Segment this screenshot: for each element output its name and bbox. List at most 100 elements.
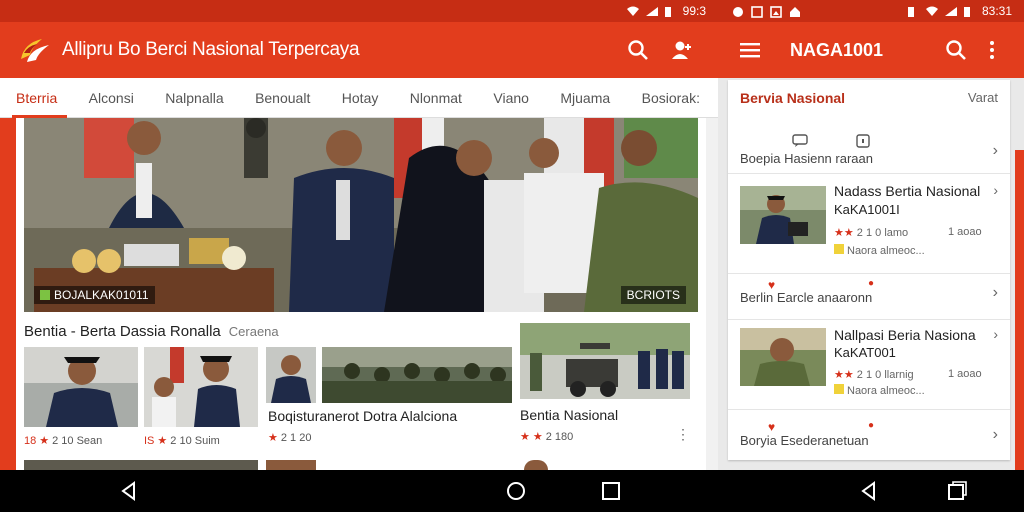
- news-meta-4: ★ ★ 2 180: [520, 430, 574, 444]
- star-icon: ★: [39, 435, 50, 447]
- news-thumb-4[interactable]: [322, 347, 512, 403]
- article-meta-text: 2 1 0 llarnig: [856, 369, 914, 381]
- badge-icon: [834, 384, 844, 394]
- tab-1[interactable]: Alconsi: [89, 78, 134, 118]
- tab-7[interactable]: Mjuama: [560, 78, 610, 118]
- list-item-category[interactable]: Boepia Hasienn raraan ›: [728, 124, 1010, 174]
- category-tabs: Bterria Alconsi Nalpnalla Benoualt Hotay…: [0, 78, 718, 118]
- list-item-label: Berlin Earcle anaaronn: [740, 290, 873, 305]
- search-button[interactable]: [938, 32, 974, 68]
- search-icon: [946, 40, 966, 60]
- news-thumb-5[interactable]: [520, 323, 690, 399]
- star-icon: ★: [268, 432, 278, 444]
- article-code: KaKAT001: [834, 345, 896, 360]
- news-thumb-6[interactable]: [24, 460, 258, 470]
- list-item-category[interactable]: ♥ ● Boryia Esederanetuan ›: [728, 410, 1010, 456]
- star-icon: ★: [157, 435, 168, 447]
- wifi-icon: [925, 6, 938, 16]
- news-photo: [144, 347, 258, 427]
- star-icon: ★: [520, 431, 530, 443]
- tab-0[interactable]: Bterria: [11, 78, 68, 118]
- article-meta: ★★ 2 1 0 llarnig: [834, 368, 914, 381]
- search-button[interactable]: [620, 32, 656, 68]
- home-app-icon: [789, 6, 801, 17]
- article-extra-text: Naora almeoc...: [847, 245, 925, 257]
- section-header: Bentia - Berta Dassia Ronalla Ceraena: [24, 323, 279, 340]
- app-bar-left: Allipru Bo Berci Nasional Terpercaya: [0, 22, 718, 78]
- view-all-link[interactable]: Varat: [968, 90, 998, 105]
- article-meta-text: 2 1 0 lamo: [856, 227, 909, 239]
- article-extra: Naora almeoc...: [834, 244, 925, 257]
- status-time: 99:3: [682, 4, 706, 18]
- card-title: Bervia Nasional: [740, 90, 846, 106]
- tab-2[interactable]: Nalpnalla: [165, 78, 223, 118]
- article-extra-text: Naora almeoc...: [847, 385, 925, 397]
- article-title: Nadass Bertia Nasional: [834, 183, 981, 199]
- article-thumb: [740, 328, 826, 386]
- article-meta: ★★ 2 1 0 lamo: [834, 226, 908, 239]
- overflow-menu-button[interactable]: [974, 32, 1010, 68]
- hero-illustration: [24, 118, 698, 312]
- news-thumb-3[interactable]: [266, 347, 316, 403]
- news-meta-3: ★ 2 1 20: [268, 431, 312, 445]
- list-item-category[interactable]: ♥ ● Berlin Earcle anaaronn ›: [728, 274, 1010, 320]
- add-user-icon: [672, 41, 691, 59]
- article-meta-secondary: 1 aoao: [948, 226, 982, 238]
- pin-icon: ●: [868, 278, 875, 289]
- news-meta-text: 2 1 20: [280, 431, 312, 444]
- news-meta-1: 18 ★ 2 10 Sean: [24, 434, 102, 448]
- hero-photo[interactable]: BOJALKAK01011 BCRIOTS: [24, 118, 698, 312]
- left-accent-strip: [0, 118, 16, 470]
- news-title-3[interactable]: Boqisturanerot Dotra Alalciona: [268, 408, 457, 424]
- right-accent-strip: [1015, 150, 1024, 470]
- more-options-button[interactable]: ⋮: [676, 426, 690, 443]
- app-title: Allipru Bo Berci Nasional Terpercaya: [62, 39, 360, 60]
- news-thumb-1[interactable]: [24, 347, 138, 427]
- news-thumb-2[interactable]: [144, 347, 258, 427]
- tab-5[interactable]: Nlonmat: [410, 78, 462, 118]
- national-news-card: Bervia Nasional Varat Boepia Hasienn rar…: [728, 80, 1010, 460]
- section-title: Bentia - Berta Dassia Ronalla: [24, 323, 221, 340]
- pin-icon: ●: [868, 420, 875, 431]
- gallery-icon: [770, 6, 782, 18]
- tab-8[interactable]: Bosiorak:: [642, 78, 700, 118]
- tab-6[interactable]: Viano: [493, 78, 529, 118]
- menu-button[interactable]: [732, 32, 768, 68]
- chevron-right-icon: ›: [992, 284, 998, 301]
- news-photo: [520, 323, 690, 399]
- news-title-4[interactable]: Bentia Nasional: [520, 407, 618, 423]
- news-thumb-7[interactable]: [266, 460, 316, 470]
- home-button[interactable]: [505, 480, 527, 502]
- article-code: KaKA1001I: [834, 202, 900, 217]
- status-bar-right: 83:31: [718, 0, 1024, 22]
- section-subtitle: Ceraena: [228, 324, 279, 339]
- tab-3[interactable]: Benoualt: [255, 78, 310, 118]
- hero-tag: BCRIOTS: [620, 286, 686, 304]
- account-button[interactable]: [664, 32, 700, 68]
- status-bar-left: 99:3: [0, 0, 718, 22]
- article-title: Nallpasi Beria Nasiona: [834, 327, 976, 343]
- news-meta-2: IS ★ 2 10 Suim: [144, 434, 220, 448]
- chevron-right-icon: ›: [993, 326, 998, 342]
- article-photo: [740, 186, 826, 244]
- image-icon: [751, 6, 763, 18]
- news-num: 18: [24, 434, 37, 447]
- news-meta-text: 2 10 Suim: [170, 434, 220, 447]
- article-meta-secondary: 1 aoao: [948, 368, 982, 380]
- hero-caption-text: BOJALKAK01011: [54, 288, 149, 302]
- news-thumb-8[interactable]: [524, 460, 548, 470]
- tab-4[interactable]: Hotay: [342, 78, 379, 118]
- recents-button[interactable]: [946, 480, 968, 502]
- notification-icon: [732, 6, 744, 17]
- news-photo: [322, 347, 512, 403]
- list-item-label: Boryia Esederanetuan: [740, 433, 869, 448]
- back-button[interactable]: [118, 480, 140, 502]
- list-item-article[interactable]: Nallpasi Beria Nasiona KaKAT001 › ★★ 2 1…: [728, 320, 1010, 410]
- wifi-icon: [626, 6, 639, 16]
- recents-button[interactable]: [600, 480, 622, 502]
- screen: 99:3 83:31 Allipru Bo Berci Nasional Ter…: [0, 0, 1024, 512]
- news-meta-text: 2 180: [545, 430, 574, 443]
- back-button[interactable]: [858, 480, 880, 502]
- list-item-article[interactable]: Nadass Bertia Nasional KaKA1001I › ★★ 2 …: [728, 174, 1010, 274]
- article-photo: [740, 328, 826, 386]
